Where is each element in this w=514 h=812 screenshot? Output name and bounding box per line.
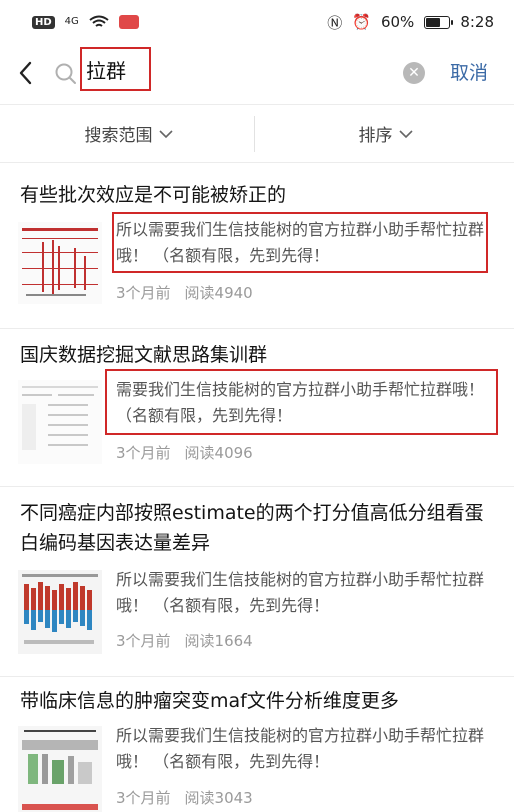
result-item[interactable]: 带临床信息的肿瘤突变maf文件分析维度更多 所以需要我们生信技能树的官方拉群小助…: [0, 680, 514, 812]
result-title[interactable]: 带临床信息的肿瘤突变maf文件分析维度更多: [20, 686, 500, 716]
clear-icon[interactable]: ✕: [403, 62, 425, 84]
battery-fill: [426, 17, 440, 27]
sort-filter-label: 排序: [358, 126, 393, 146]
result-item[interactable]: 国庆数据挖掘文献思路集训群 需要我们生信技能树的官方拉群小助手帮忙拉群哦！ （名…: [0, 332, 514, 482]
hd-icon: HD: [32, 15, 55, 29]
status-right: Ⓝ ⏰ 60% 8:28: [327, 12, 494, 33]
chevron-down-icon: [398, 129, 413, 138]
wifi-icon: [89, 15, 109, 27]
result-title[interactable]: 国庆数据挖掘文献思路集训群: [20, 340, 500, 370]
result-title[interactable]: 不同癌症内部按照estimate的两个打分值高低分组看蛋白编码基因表达量差异: [20, 498, 500, 558]
result-meta: 3个月前 阅读3043: [116, 787, 253, 808]
battery-icon: [424, 15, 454, 29]
result-snippet: 所以需要我们生信技能树的官方拉群小助手帮忙拉群哦！ （名额有限，先到先得！: [116, 726, 485, 771]
result-thumbnail: [18, 380, 102, 464]
chevron-down-icon: [158, 129, 173, 138]
result-time: 3个月前: [116, 789, 171, 807]
result-time: 3个月前: [116, 284, 171, 302]
back-icon[interactable]: [14, 58, 38, 88]
search-icon: [55, 63, 76, 84]
filter-bar: 搜索范围 排序: [0, 106, 514, 161]
result-thumbnail: [18, 726, 102, 812]
thumbnail-image: [18, 380, 102, 464]
divider: [0, 104, 514, 105]
result-item[interactable]: 有些批次效应是不可能被矫正的 所以需要我们生信技能树的官方拉群小助手帮忙拉群哦！…: [0, 172, 514, 320]
divider: [0, 328, 514, 329]
result-title[interactable]: 有些批次效应是不可能被矫正的: [20, 180, 500, 210]
result-meta: 3个月前 阅读4096: [116, 442, 253, 463]
scope-filter[interactable]: 搜索范围: [0, 106, 257, 161]
result-reads: 阅读1664: [184, 632, 253, 650]
result-meta: 3个月前 阅读4940: [116, 282, 253, 303]
result-reads: 阅读4096: [184, 444, 253, 462]
result-item[interactable]: 不同癌症内部按照estimate的两个打分值高低分组看蛋白编码基因表达量差异 所…: [0, 492, 514, 672]
highlight-box: [105, 369, 498, 435]
divider: [0, 676, 514, 677]
thumbnail-image: [18, 726, 102, 812]
divider: [0, 486, 514, 487]
sort-filter[interactable]: 排序: [257, 106, 514, 161]
result-time: 3个月前: [116, 444, 171, 462]
clock: 8:28: [460, 13, 494, 31]
result-thumbnail: [18, 570, 102, 654]
result-reads: 阅读4940: [184, 284, 253, 302]
nfc-icon: Ⓝ: [327, 13, 343, 32]
scope-filter-label: 搜索范围: [84, 126, 153, 146]
thumbnail-image: [18, 570, 102, 654]
network-label: 4G: [64, 16, 79, 27]
alarm-icon: ⏰: [352, 13, 371, 31]
battery-percent: 60%: [380, 13, 415, 31]
result-reads: 阅读3043: [184, 789, 253, 807]
cancel-button[interactable]: 取消: [450, 58, 488, 85]
result-time: 3个月前: [116, 632, 171, 650]
status-bar: HD 4G Ⓝ ⏰ 60% 8:28: [0, 0, 514, 44]
search-input[interactable]: 拉群: [80, 47, 151, 91]
divider: [0, 162, 514, 163]
result-thumbnail: [18, 222, 102, 304]
filter-separator: [254, 116, 255, 152]
highlight-box: [112, 212, 488, 273]
result-meta: 3个月前 阅读1664: [116, 630, 253, 651]
app-notification-icon: [118, 15, 139, 29]
result-snippet: 所以需要我们生信技能树的官方拉群小助手帮忙拉群哦！ （名额有限，先到先得！: [116, 570, 485, 615]
thumbnail-image: [18, 222, 102, 304]
search-bar: 拉群 ✕ 取消: [0, 44, 514, 102]
status-left: HD 4G: [32, 15, 139, 29]
